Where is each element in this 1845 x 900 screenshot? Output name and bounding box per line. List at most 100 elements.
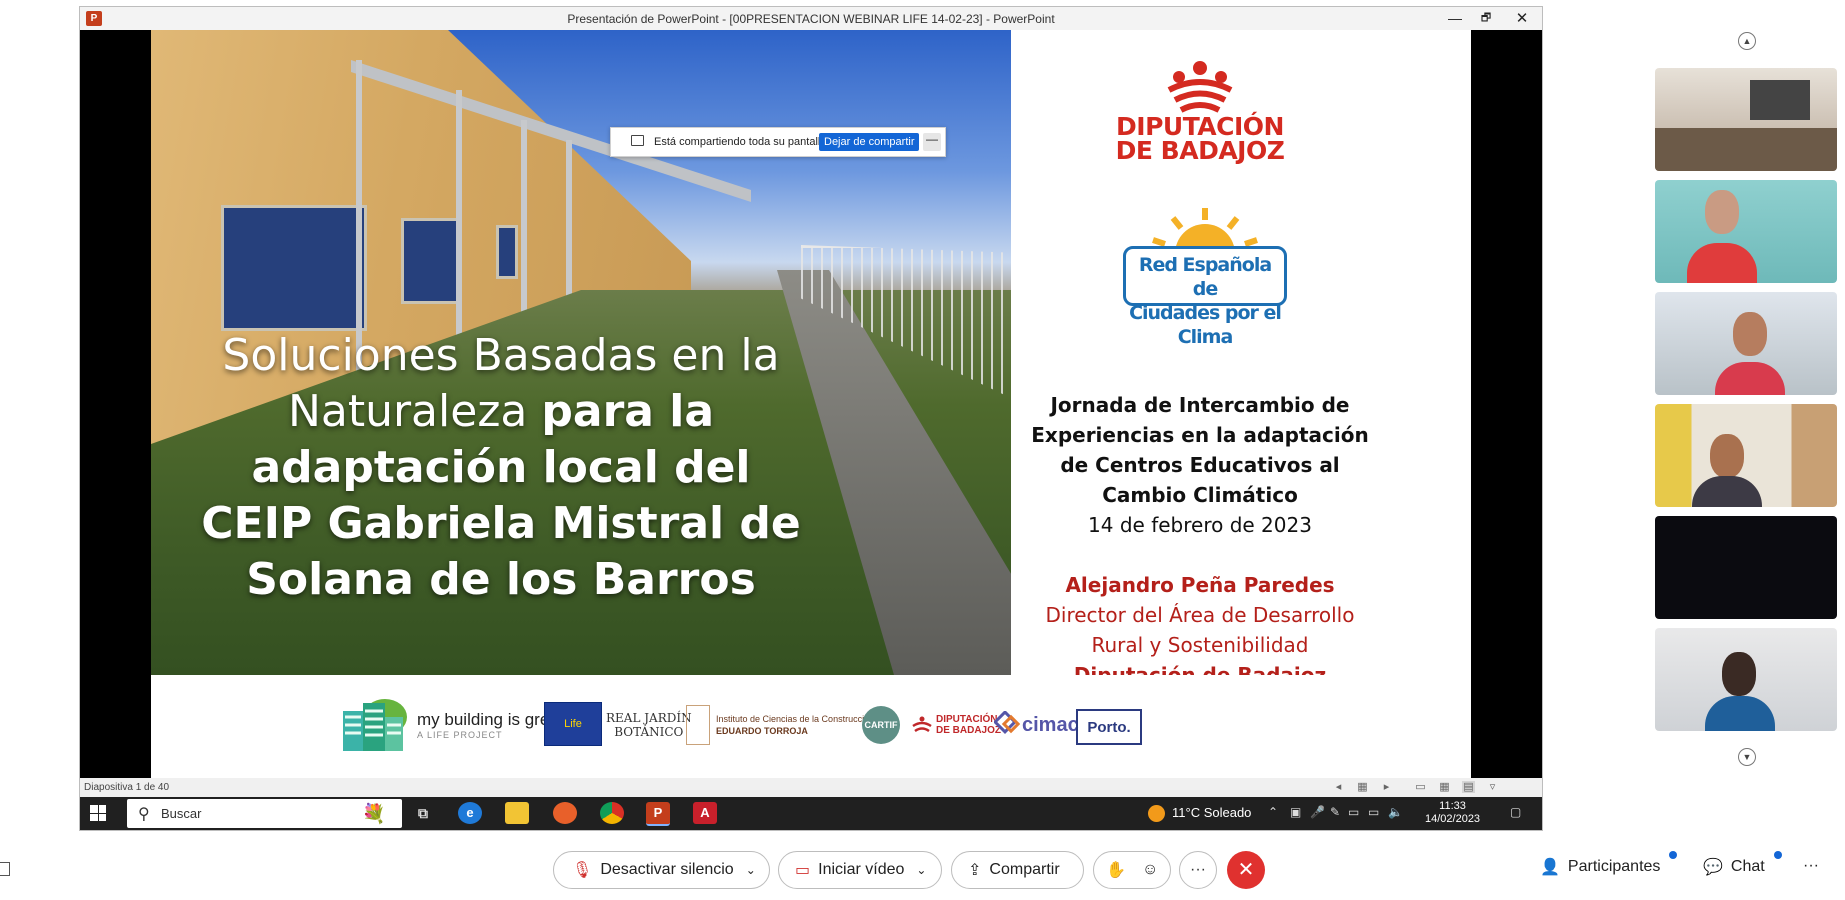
display-tray-icon[interactable]: ▭ xyxy=(1368,805,1379,819)
acrobat-icon[interactable]: A xyxy=(693,802,717,824)
task-view-icon[interactable]: ⧉ xyxy=(411,802,435,824)
red-espanola-box: Red Española de Ciudades por el Clima xyxy=(1123,246,1287,348)
notifications-icon[interactable]: ▢ xyxy=(1510,805,1521,819)
previous-slide-icon[interactable]: ◂ xyxy=(1332,781,1345,793)
panel-toggle-icon[interactable] xyxy=(0,862,10,876)
dipu-small-line-2: DE BADAJOZ xyxy=(936,725,1002,736)
ietcc-line-1: Instituto de Ciencias de la Construcción xyxy=(716,714,875,724)
slide-menu-icon[interactable]: ▦ xyxy=(1356,781,1369,793)
scroll-down-icon[interactable]: ▼ xyxy=(1738,748,1756,766)
powerpoint-taskbar-icon[interactable]: P xyxy=(646,802,670,826)
red-line-2: Ciudades por el Clima xyxy=(1129,302,1282,348)
microphone-muted-icon: 🎙 xyxy=(572,862,593,879)
file-explorer-icon[interactable] xyxy=(505,802,529,824)
participant-body xyxy=(1715,362,1785,395)
network-tray-icon[interactable]: ▭ xyxy=(1348,805,1359,819)
building-icon xyxy=(343,699,407,751)
mybuilding-logo: my building is green A LIFE PROJECT xyxy=(337,695,568,755)
leave-meeting-button[interactable]: ✕ xyxy=(1227,851,1265,889)
scroll-up-icon[interactable]: ▲ xyxy=(1738,32,1756,50)
stop-sharing-button[interactable]: Dejar de compartir xyxy=(819,133,920,151)
participant-face xyxy=(1722,652,1756,696)
unmute-label: Desactivar silencio xyxy=(600,861,734,878)
reactions-group: ✋ ☺ xyxy=(1093,851,1171,889)
participants-button[interactable]: 👤 Participantes xyxy=(1540,857,1660,877)
share-button[interactable]: ⇪ Compartir xyxy=(951,851,1084,889)
participant-video-tile[interactable] xyxy=(1655,516,1837,619)
cimac-icon xyxy=(994,711,1021,735)
start-video-button[interactable]: ▭ Iniciar vídeo ⌄ xyxy=(778,851,942,889)
raise-hand-icon[interactable]: ✋ xyxy=(1106,860,1126,880)
slideshow-view-icon[interactable]: ▿ xyxy=(1486,781,1499,793)
share-status-text: Está compartiendo toda su pantalla. xyxy=(654,136,830,148)
real-jardin-botanico-logo: REAL JARDÍN BOTÁNICO xyxy=(606,695,692,755)
logo-line-2: DE BADAJOZ xyxy=(1115,136,1285,165)
building-window xyxy=(221,205,367,331)
building-window xyxy=(496,225,518,279)
microphone-tray-icon[interactable]: 🎤 xyxy=(1310,805,1325,819)
speaker-role: Director del Área de Desarrollo Rural y … xyxy=(1045,603,1355,657)
sorter-view-icon[interactable]: ▦ xyxy=(1438,781,1451,793)
participant-video-tile[interactable] xyxy=(1655,68,1837,171)
firefox-icon[interactable] xyxy=(553,802,577,824)
porto-logo: Porto. xyxy=(1076,709,1142,745)
share-bar-minimize-button[interactable]: — xyxy=(923,133,941,151)
participant-video-tile[interactable] xyxy=(1655,628,1837,731)
edge-icon[interactable]: e xyxy=(458,802,482,824)
emoji-reaction-icon[interactable]: ☺ xyxy=(1142,861,1158,879)
diputacion-small-logo: DIPUTACIÓN DE BADAJOZ xyxy=(911,695,1001,755)
participant-video-tile[interactable] xyxy=(1655,292,1837,395)
weather-sun-icon xyxy=(1148,805,1165,822)
participant-face xyxy=(1733,312,1767,356)
building-window xyxy=(401,218,462,304)
participant-video-tile[interactable] xyxy=(1655,180,1837,283)
share-label: Compartir xyxy=(989,861,1060,878)
participant-face xyxy=(1705,190,1739,234)
taskbar-clock[interactable]: 11:33 14/02/2023 xyxy=(1425,800,1480,826)
show-hidden-icons[interactable]: ⌃ xyxy=(1268,805,1278,819)
reading-view-icon[interactable]: ▤ xyxy=(1462,781,1475,793)
taskbar-search[interactable]: ⚲ Buscar 💐 xyxy=(127,799,402,828)
share-screen-icon xyxy=(631,135,644,146)
slide-counter: Diapositiva 1 de 40 xyxy=(84,782,170,793)
ietcc-line-2: EDUARDO TORROJA xyxy=(716,726,808,736)
search-label: Buscar xyxy=(161,806,202,821)
chevron-down-icon[interactable]: ⌄ xyxy=(746,863,756,877)
windows-start-icon[interactable] xyxy=(90,805,106,821)
cartif-text: CARTIF xyxy=(864,720,898,730)
dipu-small-line-1: DIPUTACIÓN xyxy=(936,714,998,725)
chevron-down-icon[interactable]: ⌄ xyxy=(916,863,926,877)
chat-notification-dot xyxy=(1774,851,1782,859)
unmute-button[interactable]: 🎙 Desactivar silencio ⌄ xyxy=(553,851,770,889)
volume-tray-icon[interactable]: 🔈 xyxy=(1388,805,1403,819)
more-options-button[interactable]: ··· xyxy=(1179,851,1217,889)
chat-button[interactable]: 💬 Chat xyxy=(1703,857,1765,877)
windows-taskbar: ⚲ Buscar 💐 ⧉ e P A 11°C Soleado ⌃ ▣ 🎤 ✎ … xyxy=(80,797,1542,830)
search-icon: ⚲ xyxy=(138,806,150,823)
slide-headline: Soluciones Basadas en la Naturaleza para… xyxy=(191,328,811,608)
life-text: Life xyxy=(564,718,582,730)
next-slide-icon[interactable]: ▸ xyxy=(1380,781,1393,793)
restore-button[interactable]: 🗗 xyxy=(1473,9,1499,28)
ietcc-logo: Instituto de Ciencias de la Construcción… xyxy=(686,695,874,755)
powerpoint-window: P Presentación de PowerPoint - [00PRESEN… xyxy=(80,7,1542,830)
window-title: Presentación de PowerPoint - [00PRESENTA… xyxy=(567,12,1055,26)
close-button[interactable]: ✕ xyxy=(1509,9,1535,28)
pen-tray-icon[interactable]: ✎ xyxy=(1330,805,1340,819)
weather-text[interactable]: 11°C Soleado xyxy=(1172,805,1251,820)
red-espanola-logo: Red Española de Ciudades por el Clima xyxy=(1123,206,1293,348)
minimize-button[interactable]: — xyxy=(1442,9,1468,28)
ietcc-emblem xyxy=(686,705,710,745)
more-panels-button[interactable]: ··· xyxy=(1803,857,1819,875)
screen-share-bar: Está compartiendo toda su pantalla. Deja… xyxy=(610,127,946,157)
share-icon: ⇪ xyxy=(968,862,982,879)
participant-face xyxy=(1710,434,1744,478)
normal-view-icon[interactable]: ▭ xyxy=(1414,781,1427,793)
crown-icon xyxy=(912,716,932,733)
clock-time: 11:33 xyxy=(1439,800,1466,812)
room-shelf xyxy=(1655,128,1837,171)
cimac-logo: cimac xyxy=(994,695,1079,755)
chrome-icon[interactable] xyxy=(600,802,624,824)
teams-tray-icon[interactable]: ▣ xyxy=(1290,805,1301,819)
participant-video-tile[interactable] xyxy=(1655,404,1837,507)
